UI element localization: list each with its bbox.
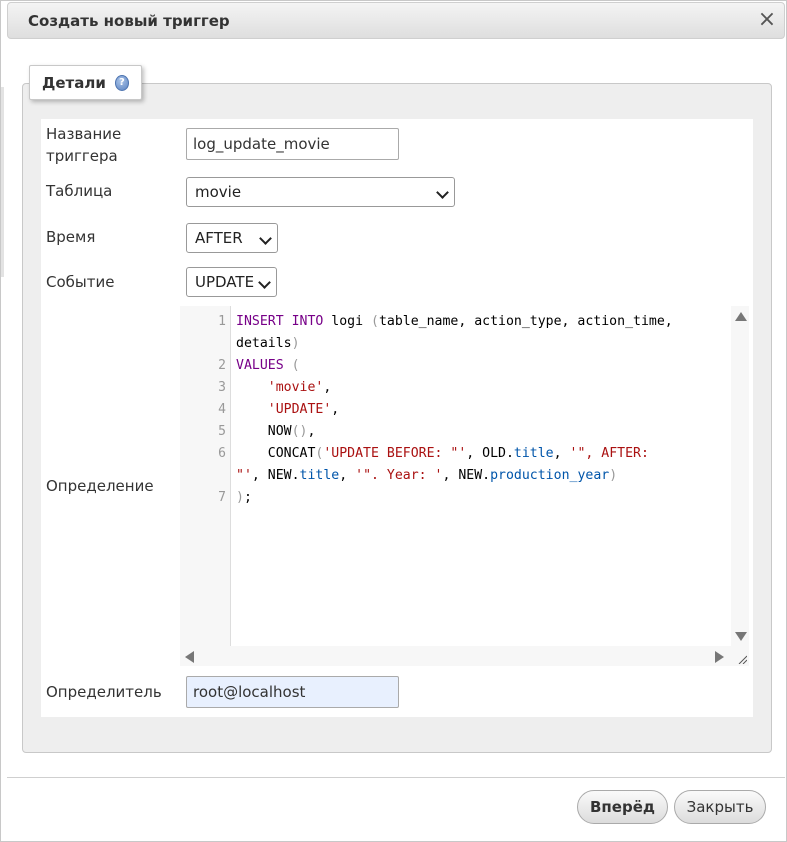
line-number: 5 xyxy=(218,424,226,439)
trigger-name-label-line2: триггера xyxy=(46,147,118,165)
code-token: logi xyxy=(323,314,371,329)
code-line-4: 'UPDATE', xyxy=(236,399,339,421)
table-select[interactable]: movie xyxy=(186,177,455,207)
line-number: 2 xyxy=(218,358,226,373)
code-token: '", AFTER: xyxy=(569,446,649,461)
code-token: details xyxy=(236,336,292,351)
time-label: Время xyxy=(46,228,96,246)
definition-label: Определение xyxy=(46,477,154,495)
line-number: 7 xyxy=(218,490,226,505)
footer-divider xyxy=(7,777,785,778)
background-window-edge xyxy=(1,87,4,277)
code-line-6a: CONCAT('UPDATE BEFORE: "', OLD.title, '"… xyxy=(236,443,649,465)
trigger-name-label-line1: Название xyxy=(46,125,122,143)
code-token: "' xyxy=(236,468,252,483)
help-icon[interactable]: ? xyxy=(114,74,129,91)
code-line-1b: details) xyxy=(236,333,300,355)
event-select-value: UPDATE xyxy=(195,273,255,291)
chevron-down-icon xyxy=(258,276,271,289)
scroll-left-arrow-icon[interactable] xyxy=(185,651,194,663)
code-token: () xyxy=(291,424,308,439)
tab-details[interactable]: Детали ? xyxy=(29,65,142,100)
code-token: , NEW. xyxy=(251,468,300,483)
code-token: title xyxy=(299,468,340,483)
trigger-name-input[interactable]: log_update_movie xyxy=(186,128,399,160)
close-button[interactable]: Закрыть xyxy=(674,790,766,824)
code-token: VALUES xyxy=(236,358,284,373)
code-token: '". Year: ' xyxy=(355,468,443,483)
definer-label: Определитель xyxy=(46,683,162,701)
code-editor[interactable]: 1 2 3 4 5 6 7 INSERT INTO logi (table_na… xyxy=(180,306,749,666)
code-token: ) xyxy=(609,468,618,483)
code-token: , OLD. xyxy=(466,446,514,461)
time-select-value: AFTER xyxy=(195,229,243,247)
code-line-3: 'movie', xyxy=(236,377,332,399)
code-text-area[interactable]: INSERT INTO logi (table_name, action_typ… xyxy=(231,306,731,646)
line-number: 1 xyxy=(218,314,226,329)
code-token: ) xyxy=(291,336,300,351)
line-number-gutter: 1 2 3 4 5 6 7 xyxy=(180,306,231,646)
line-number: 6 xyxy=(218,446,226,461)
code-token: , NEW. xyxy=(442,468,491,483)
code-line-2: VALUES ( xyxy=(236,355,300,377)
create-trigger-dialog: Создать новый триггер × Детали ? Названи… xyxy=(0,0,787,842)
table-select-value: movie xyxy=(195,183,242,201)
code-token: 'UPDATE BEFORE: "' xyxy=(323,446,467,461)
code-line-5: NOW(), xyxy=(236,421,316,443)
code-token: , xyxy=(331,402,340,417)
resize-grip-icon[interactable] xyxy=(737,654,747,664)
event-select[interactable]: UPDATE xyxy=(186,267,277,297)
tab-details-label: Детали xyxy=(42,73,106,92)
scroll-down-arrow-icon[interactable] xyxy=(735,632,747,641)
code-token: ) xyxy=(236,490,244,505)
code-line-6b: "', NEW.title, '". Year: ', NEW.producti… xyxy=(236,465,617,487)
code-token: production_year xyxy=(490,468,610,483)
code-token: , xyxy=(307,424,316,439)
code-token: , xyxy=(323,380,332,395)
chevron-down-icon xyxy=(259,232,272,245)
forward-button[interactable]: Вперёд xyxy=(577,790,668,824)
line-number: 3 xyxy=(218,380,226,395)
code-token: title xyxy=(513,446,554,461)
code-token: , xyxy=(339,468,356,483)
code-token: , xyxy=(553,446,570,461)
close-icon[interactable]: × xyxy=(756,9,778,32)
scroll-right-arrow-icon[interactable] xyxy=(715,651,724,663)
scroll-up-arrow-icon[interactable] xyxy=(735,312,747,321)
time-select[interactable]: AFTER xyxy=(186,223,278,253)
definer-input[interactable]: root@localhost xyxy=(186,676,399,708)
table-label: Таблица xyxy=(46,182,113,200)
code-token: 'movie' xyxy=(267,380,324,395)
code-token: ( xyxy=(283,358,300,373)
code-token: CONCAT xyxy=(267,446,316,461)
code-token: INSERT INTO xyxy=(236,314,324,329)
dialog-title: Создать новый триггер xyxy=(28,12,230,30)
code-token: 'UPDATE' xyxy=(267,402,332,417)
code-token: NOW xyxy=(267,424,292,439)
code-token: ; xyxy=(243,490,252,505)
code-line-1a: INSERT INTO logi (table_name, action_typ… xyxy=(236,311,673,333)
code-line-7: ); xyxy=(236,487,252,509)
event-label: Событие xyxy=(46,273,115,291)
code-token: ( xyxy=(370,314,379,329)
code-token: table_name, action_type, action_time, xyxy=(378,314,673,329)
line-number: 4 xyxy=(218,402,226,417)
dialog-titlebar[interactable]: Создать новый триггер × xyxy=(7,2,785,39)
chevron-down-icon xyxy=(436,186,449,199)
